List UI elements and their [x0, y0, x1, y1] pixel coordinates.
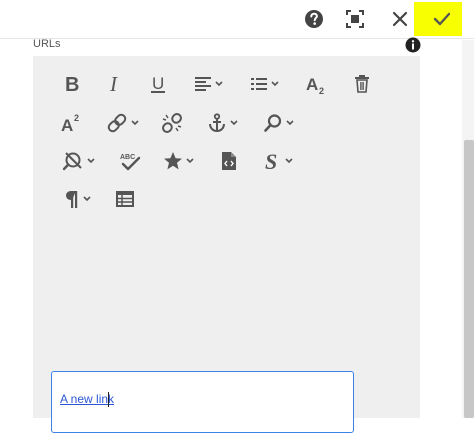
- unlink-button[interactable]: [160, 112, 184, 134]
- rich-text-editor: [33, 56, 420, 418]
- spellcheck-icon: ABC: [120, 154, 141, 171]
- list-icon: [250, 78, 267, 90]
- anchor-button[interactable]: [204, 112, 240, 134]
- chevron-down-icon: [185, 158, 194, 164]
- italic-icon: I: [109, 74, 118, 94]
- trash-icon: [355, 75, 369, 93]
- fullscreen-button[interactable]: [341, 5, 369, 33]
- underline-button[interactable]: U: [148, 74, 168, 94]
- dialog-header: [0, 0, 474, 38]
- fullscreen-icon: [346, 10, 364, 28]
- anchor-icon: [208, 113, 225, 133]
- bold-button[interactable]: B: [62, 74, 82, 94]
- check-icon: [433, 12, 451, 26]
- chevron-down-icon: [130, 120, 139, 126]
- header-divider: [0, 38, 474, 39]
- paragraph-format-button[interactable]: [60, 188, 94, 210]
- svg-text:ABC: ABC: [120, 154, 135, 161]
- table-button[interactable]: [114, 188, 136, 210]
- chevron-down-icon: [214, 81, 223, 87]
- underline-icon: U: [151, 74, 165, 93]
- svg-text:2: 2: [74, 113, 79, 123]
- special-characters-button[interactable]: [160, 150, 196, 172]
- help-button[interactable]: [300, 5, 328, 33]
- source-edit-button[interactable]: [218, 150, 240, 172]
- delete-button[interactable]: [352, 74, 372, 94]
- superscript-button[interactable]: A 2: [60, 112, 84, 134]
- star-icon: [163, 152, 182, 170]
- align-left-icon: [194, 77, 211, 91]
- subscript-icon: A 2: [306, 75, 324, 96]
- code-file-icon: [222, 152, 236, 170]
- info-icon[interactable]: [405, 37, 421, 53]
- confirm-button[interactable]: [428, 5, 456, 33]
- svg-text:A: A: [61, 116, 73, 134]
- svg-text:A: A: [306, 75, 318, 94]
- field-label: URLs: [33, 38, 61, 50]
- close-button[interactable]: [386, 5, 414, 33]
- spellcheck-button[interactable]: ABC: [118, 150, 142, 172]
- svg-text:I: I: [109, 74, 118, 94]
- scrollbar-thumb[interactable]: [464, 140, 474, 418]
- chevron-down-icon: [270, 81, 279, 87]
- unlink-icon: [162, 113, 182, 133]
- chevron-down-icon: [229, 120, 238, 126]
- paragraph-align-button[interactable]: [190, 74, 226, 94]
- styles-button[interactable]: S: [260, 150, 296, 172]
- link-button[interactable]: [104, 112, 140, 134]
- spellcheck-off-button[interactable]: [60, 150, 96, 172]
- chevron-down-icon: [86, 158, 95, 164]
- hyperlink-text[interactable]: A new link: [60, 392, 114, 406]
- chevron-down-icon: [284, 158, 293, 164]
- chevron-down-icon: [285, 120, 294, 126]
- svg-text:U: U: [152, 74, 164, 93]
- spellcheck-off-icon: [62, 152, 82, 171]
- help-icon: [305, 10, 323, 28]
- italic-button[interactable]: I: [104, 74, 124, 94]
- table-icon: [116, 191, 134, 207]
- subscript-button[interactable]: A 2: [305, 74, 327, 96]
- search-icon: [263, 114, 281, 132]
- text-cursor: [108, 392, 109, 407]
- pilcrow-icon: [65, 191, 77, 208]
- close-icon: [392, 11, 408, 27]
- svg-text:2: 2: [319, 86, 324, 96]
- chevron-down-icon: [82, 196, 91, 202]
- svg-text:S: S: [265, 150, 277, 172]
- styles-icon: S: [265, 150, 277, 172]
- bold-icon: B: [65, 74, 79, 94]
- find-button[interactable]: [260, 112, 296, 134]
- superscript-icon: A 2: [61, 113, 79, 134]
- list-button[interactable]: [246, 74, 282, 94]
- svg-text:B: B: [65, 74, 79, 94]
- link-icon: [107, 113, 126, 133]
